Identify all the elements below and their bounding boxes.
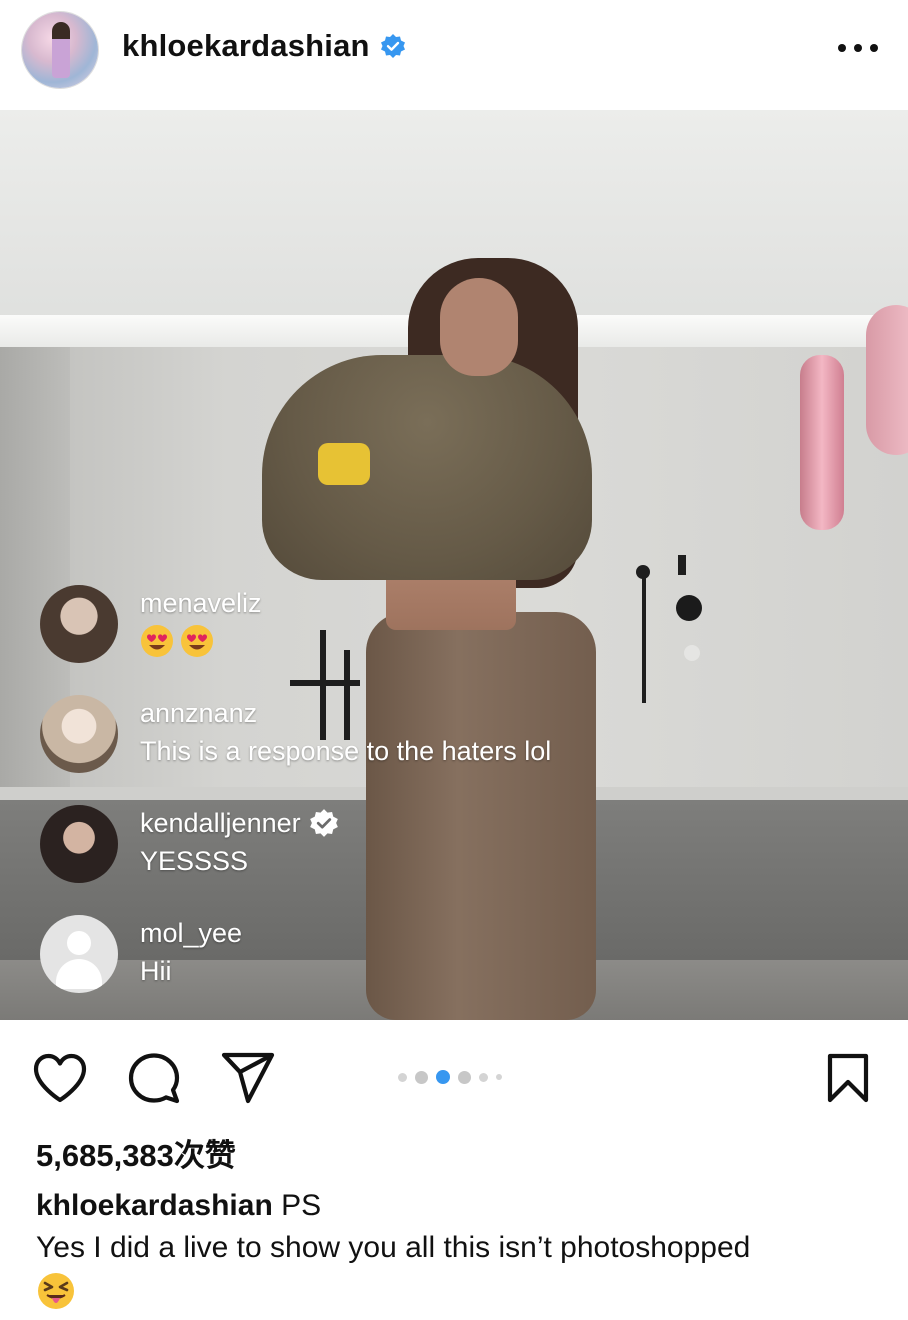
commenter-avatar[interactable] — [40, 695, 118, 773]
heart-eyes-emoji-icon — [181, 625, 213, 657]
commenter-username[interactable]: kendalljenner — [140, 805, 339, 841]
carousel-dot-active — [436, 1070, 450, 1084]
comment-message: Hii — [140, 955, 172, 986]
comment-message: YESSSS — [140, 845, 249, 876]
post-photo[interactable]: menaveliz annznanz This is a response to… — [0, 110, 908, 1020]
action-bar — [0, 1020, 908, 1130]
caption: khloekardashian PS Yes I did a live to s… — [36, 1185, 886, 1311]
carousel-indicator — [398, 1070, 502, 1084]
verified-badge-icon — [380, 34, 405, 58]
squinting-face-with-tongue-icon — [38, 1273, 74, 1310]
carousel-dot — [398, 1072, 407, 1082]
live-comment: annznanz This is a response to the hater… — [40, 695, 760, 785]
heart-eyes-emoji-icon — [141, 625, 173, 657]
bookmark-icon[interactable] — [818, 1048, 878, 1108]
commenter-username[interactable]: menaveliz — [140, 585, 262, 621]
live-comment: mol_yee Hii — [40, 915, 760, 1005]
live-comment: kendalljenner YESSSS — [40, 805, 760, 895]
more-horizontal-icon[interactable] — [838, 30, 878, 66]
caption-line1: PS — [281, 1189, 322, 1222]
header-name-row: khloekardashian — [122, 28, 406, 64]
caption-username[interactable]: khloekardashian — [36, 1189, 273, 1222]
comment-message: This is a response to the haters lol — [140, 735, 552, 766]
commenter-username[interactable]: mol_yee — [140, 915, 242, 951]
profile-avatar[interactable] — [22, 12, 98, 88]
post-header: khloekardashian — [0, 0, 908, 110]
live-comment: menaveliz — [40, 585, 760, 675]
carousel-dot — [479, 1072, 488, 1082]
carousel-dot — [458, 1070, 471, 1084]
header-username[interactable]: khloekardashian — [122, 28, 370, 64]
likes-count[interactable]: 5,685,383次赞 — [36, 1130, 236, 1175]
carousel-dot — [496, 1074, 502, 1080]
commenter-avatar[interactable] — [40, 585, 118, 663]
caption-line2: Yes I did a live to show you all this is… — [36, 1231, 751, 1264]
send-icon[interactable] — [218, 1048, 278, 1108]
comment-emoji — [140, 623, 262, 659]
heart-icon[interactable] — [30, 1048, 90, 1108]
comment-icon[interactable] — [124, 1048, 184, 1108]
verified-badge-icon — [309, 809, 338, 837]
commenter-avatar[interactable] — [40, 915, 118, 993]
carousel-dot — [415, 1070, 428, 1084]
commenter-avatar[interactable] — [40, 805, 118, 883]
commenter-username[interactable]: annznanz — [140, 695, 551, 731]
